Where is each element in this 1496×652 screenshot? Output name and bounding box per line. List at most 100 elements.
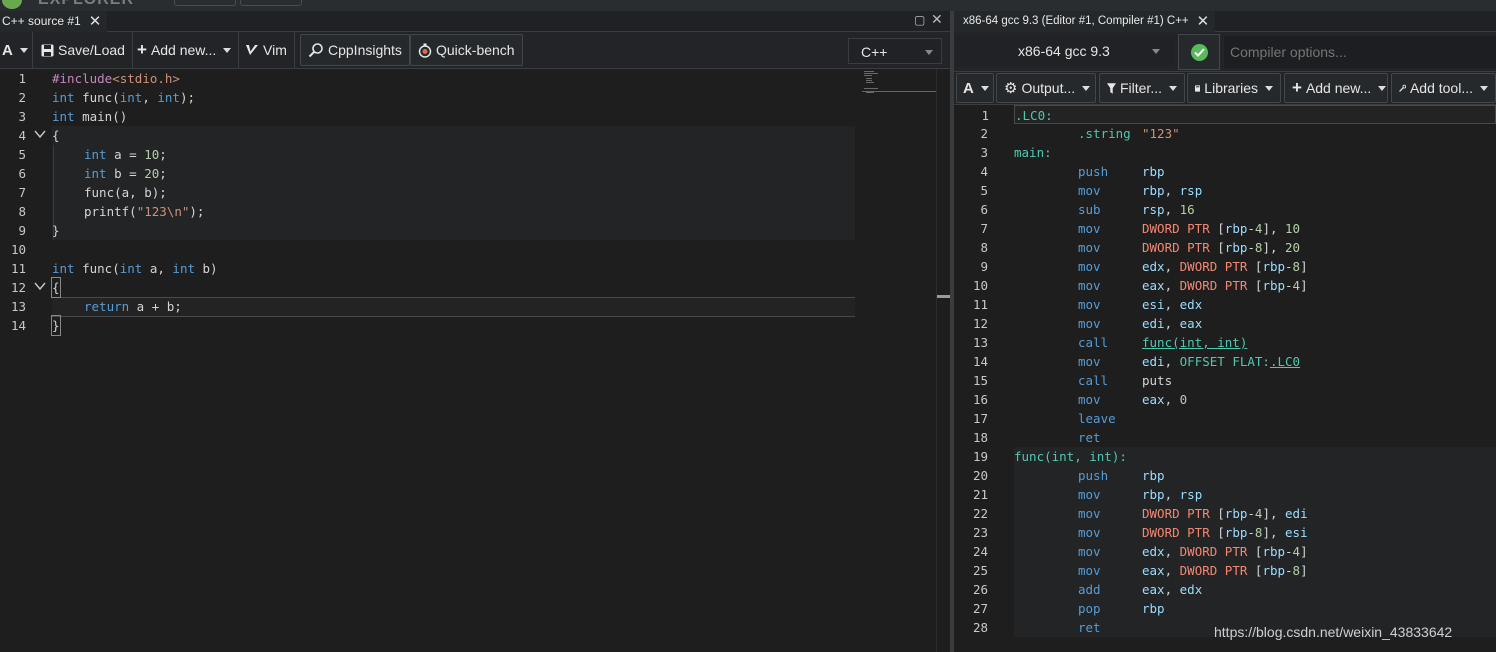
line-number: 14 — [10, 318, 26, 333]
line-number: 22 — [972, 506, 988, 521]
asm-line: 1 .LC0: — [981, 105, 1496, 124]
line-number: 24 — [972, 544, 988, 559]
line-number: 9 — [980, 259, 988, 274]
line-number: 20 — [972, 468, 988, 483]
line-number: 26 — [972, 582, 988, 597]
vim-label: Vim — [263, 42, 287, 58]
line-number: 21 — [972, 487, 988, 502]
line-number: 3 — [18, 109, 26, 124]
line-number: 16 — [972, 392, 988, 407]
line-number: 2 — [980, 126, 988, 141]
code-token: printf( — [84, 204, 137, 219]
asm-line: 25 mov eax, DWORD PTR [rbp-8] — [973, 561, 1496, 580]
code-token: ; — [159, 166, 167, 181]
editor-scrollbar[interactable] — [936, 69, 950, 652]
magnifier-icon — [308, 43, 323, 58]
compiler-options-input[interactable] — [1224, 36, 1496, 68]
assembly-output[interactable]: 1 .LC0: 2 .string "123" 3 main: 4 push rbp 5 mov rbp… — [954, 105, 1496, 652]
asm-line: 14 mov edi, OFFSET FLAT:.LC0 — [954, 352, 1496, 371]
line-number: 5 — [980, 183, 988, 198]
code-token: { — [52, 128, 60, 143]
logo-text: EXPLORER — [38, 0, 134, 9]
asm-line: 27 pop rbp — [973, 599, 1496, 618]
code-token: "123\n" — [136, 204, 190, 219]
asm-line: 21 mov rbp, rsp — [973, 485, 1496, 504]
output-label: Output... — [1021, 80, 1076, 96]
save-load-button[interactable]: Save/Load — [34, 32, 133, 68]
asm-line: 23 mov DWORD PTR [rbp-8], esi — [973, 523, 1496, 542]
source-editor-pane: C++ source #1 ✕ ▢ ✕ A Save/Load + Add ne… — [0, 11, 950, 652]
asm-text: push rbp — [1078, 164, 1165, 179]
chevron-down-icon — [1152, 49, 1160, 54]
libraries-label: Libraries — [1204, 80, 1258, 96]
code-token: int — [84, 147, 107, 162]
line-number: 15 — [972, 373, 988, 388]
libraries-button[interactable]: Libraries — [1187, 73, 1281, 103]
fold-chevron-icon[interactable] — [34, 128, 46, 140]
line-number: 18 — [972, 430, 988, 445]
filter-button[interactable]: Filter... — [1099, 73, 1185, 103]
font-button-label: A — [2, 41, 13, 59]
asm-line: 17 leave — [954, 409, 1496, 428]
asm-text: mov DWORD PTR [rbp-8], esi — [1078, 525, 1308, 540]
output-button[interactable]: ⚙ Output... — [996, 73, 1096, 103]
code-token: int — [172, 261, 195, 276]
line-number: 7 — [18, 185, 26, 200]
tab-compiler[interactable]: x86-64 gcc 9.3 (Editor #1, Compiler #1) … — [954, 11, 1216, 32]
chevron-down-icon — [1378, 85, 1387, 91]
header-button[interactable] — [174, 0, 236, 6]
add-tool-label: Add tool... — [1409, 80, 1473, 96]
add-new-button[interactable]: + Add new... — [130, 32, 240, 68]
asm-line: 26 add eax, edx — [973, 580, 1496, 599]
close-icon[interactable]: ✕ — [89, 11, 102, 32]
source-tab-bar: C++ source #1 ✕ ▢ ✕ — [0, 11, 950, 32]
scroll-thumb[interactable] — [937, 295, 950, 298]
code-token: func( — [74, 90, 120, 105]
line-number: 13 — [972, 335, 988, 350]
save-icon — [41, 44, 54, 56]
code-token: a + b; — [129, 299, 182, 314]
asm-text: mov DWORD PTR [rbp-4], 10 — [1078, 221, 1301, 236]
font-size-button[interactable]: A — [956, 73, 994, 103]
source-toolbar: A Save/Load + Add new... Vim CppInsights… — [0, 32, 950, 69]
line-number: 13 — [10, 299, 26, 314]
source-code-editor[interactable]: 1 #include<stdio.h> 2 int func(int, int); … — [0, 69, 855, 652]
asm-line: 19 func(int, int): — [973, 447, 1496, 466]
asm-text: .LC0: — [1015, 108, 1053, 123]
compiler-label: x86-64 gcc 9.3 — [1018, 43, 1110, 59]
language-select[interactable]: C++ — [848, 38, 942, 64]
asm-text: .string "123" — [1078, 126, 1180, 141]
chevron-down-icon — [1265, 85, 1273, 91]
compiler-select[interactable]: x86-64 gcc 9.3 — [956, 36, 1174, 66]
asm-text: mov rbp, rsp — [1078, 487, 1203, 502]
line-number: 6 — [18, 166, 26, 181]
tab-source[interactable]: C++ source #1 ✕ — [0, 11, 108, 32]
code-token: a, — [142, 261, 173, 276]
close-icon[interactable]: ✕ — [1197, 11, 1210, 32]
minimap[interactable] — [862, 69, 936, 103]
add-new-button[interactable]: + Add new... — [1284, 73, 1388, 103]
close-pane-icon[interactable]: ✕ — [931, 11, 943, 28]
line-number: 10 — [10, 242, 26, 257]
code-token: return — [84, 299, 130, 314]
code-token: ); — [179, 90, 196, 105]
compile-status-button[interactable] — [1178, 34, 1220, 70]
vim-icon — [246, 45, 258, 55]
chevron-down-icon — [980, 85, 989, 91]
fold-chevron-icon[interactable] — [34, 280, 46, 292]
code-token: #include — [52, 71, 113, 86]
header-button[interactable] — [240, 0, 302, 6]
font-size-button[interactable]: A — [0, 32, 33, 68]
asm-text: push rbp — [1078, 468, 1165, 483]
code-token: ); — [189, 204, 205, 219]
add-tool-button[interactable]: Add tool... — [1391, 73, 1496, 103]
quick-bench-button[interactable]: Quick-bench — [410, 34, 523, 66]
asm-text: ret — [1078, 430, 1101, 445]
code-token: 20 — [144, 166, 160, 181]
asm-line: 22 mov DWORD PTR [rbp-4], edi — [973, 504, 1496, 523]
vim-button[interactable]: Vim — [238, 32, 295, 68]
cppinsights-button[interactable]: CppInsights — [300, 34, 410, 66]
maximize-icon[interactable]: ▢ — [914, 13, 925, 27]
stopwatch-icon — [418, 43, 432, 58]
asm-line: 15 call puts — [954, 371, 1496, 390]
